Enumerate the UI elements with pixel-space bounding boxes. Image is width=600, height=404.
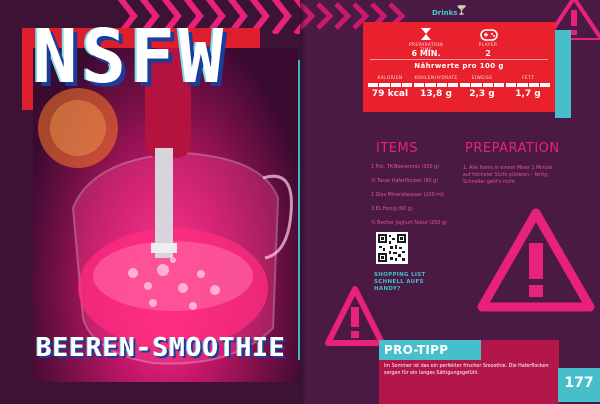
nutrition-caption: Nährwerte pro 100 g: [414, 62, 504, 70]
info-panel-teal-accent: [555, 30, 571, 118]
warning-triangle-icon: [477, 208, 595, 312]
prep-time-value: 6 MIN.: [411, 49, 441, 58]
nutrition-value: 1,7 g: [515, 89, 541, 99]
section-label: Drinks: [432, 9, 458, 17]
nutrition-label: FETT: [521, 76, 535, 81]
protip-text: Im Sommer ist das ein perfekter frischer…: [384, 364, 549, 377]
protip-title: PRO-TIPP: [384, 343, 449, 357]
left-page: NSFW BEEREN-SMOOTHIE: [0, 0, 300, 404]
nutrition-protein: EIWEISS 2,3 g: [460, 76, 504, 99]
warning-triangle-icon: [325, 286, 385, 346]
player-value: 2: [485, 49, 491, 58]
list-item: 1 Glas Mineralwasser (200 ml): [371, 193, 445, 198]
qr-code[interactable]: [376, 232, 408, 264]
list-item: ½ Becher Joghurt Natur (250 g): [371, 221, 447, 226]
nutrition-bar: [414, 83, 458, 87]
nutrition-value: 2,3 g: [469, 89, 495, 99]
nutrition-carbs: KOHLENHYDRATE 13,8 g: [414, 76, 458, 99]
hourglass-icon: [421, 28, 431, 40]
page-number: 177: [564, 375, 594, 391]
nutrition-label: KOHLENHYDRATE: [414, 76, 458, 81]
nutrition-label: EIWEISS: [471, 76, 493, 81]
nutrition-label: KALORIEN: [377, 76, 403, 81]
nutrition-fat: FETT 1,7 g: [506, 76, 550, 99]
nutrition-bar: [368, 83, 412, 87]
list-item: 1 Pck. TK-Beerenmix (300 g): [371, 165, 439, 170]
nutrition-bar: [460, 83, 504, 87]
gamepad-icon: [480, 29, 498, 41]
preparation-heading: PREPARATION: [465, 141, 560, 156]
items-list: 1 Pck. TK-Beerenmix (300 g) ½ Tasse Hafe…: [371, 165, 457, 235]
page-gutter: [300, 0, 306, 404]
cocktail-icon: 🍸: [456, 6, 468, 16]
right-page: Drinks 🍸 PREPARATION TIME 6 MIN. PLAYER …: [300, 0, 600, 404]
nutrition-calories: KALORIEN 79 kcal: [368, 76, 412, 99]
recipe-subtitle: BEEREN-SMOOTHIE: [36, 333, 286, 363]
list-item: 3 EL Honig (60 g): [371, 207, 413, 212]
info-divider: [370, 59, 548, 60]
nutrition-bar: [506, 83, 550, 87]
recipe-title-graphic: NSFW: [33, 14, 228, 100]
nutrition-value: 13,8 g: [420, 89, 452, 99]
magazine-spread: NSFW BEEREN-SMOOTHIE Drinks 🍸 PREPARATIO…: [0, 0, 600, 404]
items-heading: ITEMS: [376, 141, 418, 156]
preparation-text: 1. Alle Items in einem Mixer 1 Minute au…: [463, 166, 553, 186]
player-label: PLAYER: [478, 43, 498, 48]
nutrition-value: 79 kcal: [371, 89, 409, 99]
list-item: ½ Tasse Haferflocken (60 g): [371, 179, 439, 184]
